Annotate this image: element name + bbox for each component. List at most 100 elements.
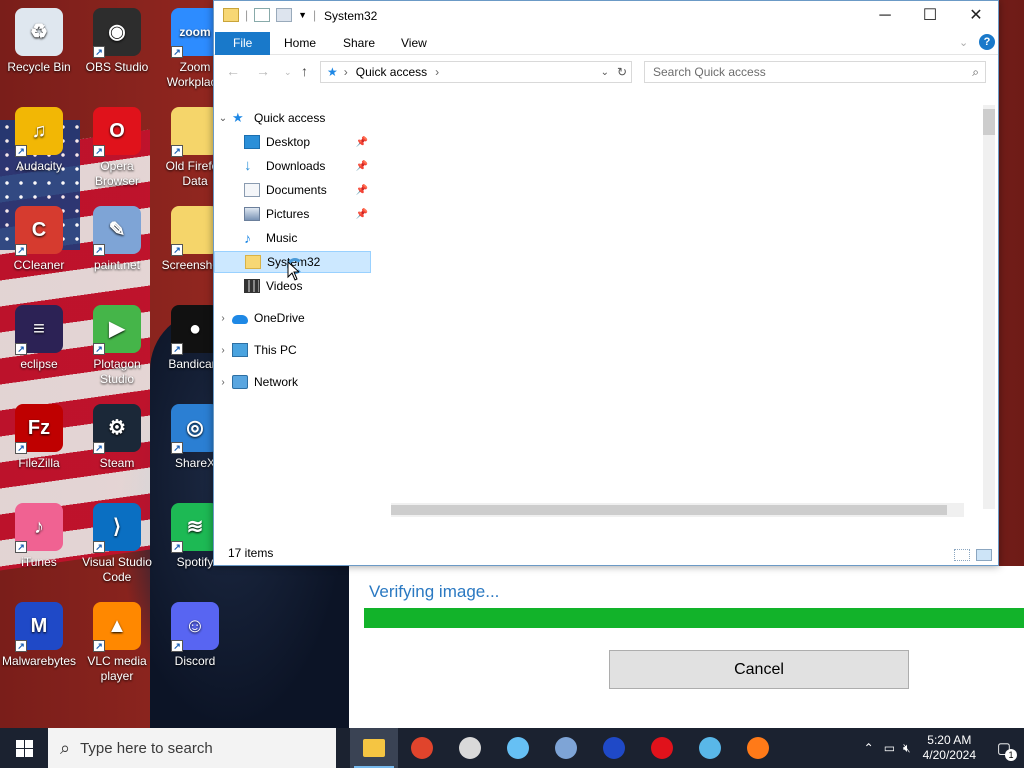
- vertical-scroll-thumb[interactable]: [983, 109, 995, 135]
- app-logo-icon: ♫ ↗: [15, 107, 63, 157]
- ribbon-expand-chevron-icon[interactable]: ⌄: [959, 36, 968, 49]
- firefox-icon: [747, 737, 769, 759]
- app-logo-icon: ♻: [15, 8, 63, 56]
- nav-network[interactable]: › Network: [214, 371, 371, 393]
- chevron-right-icon[interactable]: ›: [214, 345, 232, 356]
- app-logo-icon: ⚙ ↗: [93, 404, 141, 454]
- desktop-icon-opera-browser[interactable]: O ↗ Opera Browser: [78, 107, 156, 189]
- desktop-icon-vlc-media-player[interactable]: ▲ ↗ VLC media player: [78, 602, 156, 684]
- nav-item-pictures[interactable]: Pictures 📌: [214, 203, 371, 225]
- up-arrow-icon[interactable]: ↑: [301, 63, 308, 79]
- show-hidden-icons-chevron-icon[interactable]: ⌃: [858, 741, 880, 755]
- file-list-area[interactable]: [374, 101, 998, 541]
- help-icon[interactable]: ?: [979, 34, 995, 50]
- desktop-icon-label: CCleaner: [13, 258, 65, 272]
- desktop-icon-itunes[interactable]: ♪ ↗ iTunes: [0, 503, 78, 570]
- customize-toolbar-chevron-icon[interactable]: ▼: [298, 10, 307, 20]
- clock[interactable]: 5:20 AM 4/20/2024: [915, 733, 984, 763]
- tab-home[interactable]: Home: [274, 32, 326, 55]
- desktop-icon-filezilla[interactable]: Fz ↗ FileZilla: [0, 404, 78, 471]
- address-location[interactable]: Quick access: [356, 65, 427, 79]
- desktop-icon-visual-studio-code[interactable]: ⟩ ↗ Visual Studio Code: [78, 503, 156, 585]
- app-logo-icon: ▶ ↗: [93, 305, 141, 355]
- shortcut-arrow-icon: ↗: [171, 541, 183, 553]
- tab-view[interactable]: View: [391, 32, 437, 55]
- file-explorer-window: | ▼ | System32 ─ ☐ ✕ File Home Share Vie…: [213, 0, 999, 566]
- app-logo-icon: ▲ ↗: [93, 602, 141, 652]
- app-logo-icon: ⟩ ↗: [93, 503, 141, 553]
- chevron-down-icon[interactable]: ⌄: [214, 113, 232, 124]
- nav-item-documents[interactable]: Documents 📌: [214, 179, 371, 201]
- horizontal-scrollbar[interactable]: [391, 503, 964, 517]
- taskbar-steam[interactable]: [494, 728, 542, 768]
- nav-item-music[interactable]: ♪ Music: [214, 227, 371, 249]
- pin-icon: 📌: [355, 160, 368, 172]
- taskbar-paint-net[interactable]: [542, 728, 590, 768]
- desktop-icon-obs-studio[interactable]: ◉ ↗ OBS Studio: [78, 8, 156, 75]
- refresh-icon[interactable]: ↻: [617, 65, 627, 79]
- volume-muted-icon[interactable]: 🔇︎: [899, 741, 915, 756]
- desktop-icon-label: Opera Browser: [94, 159, 139, 188]
- desktop-icon-audacity[interactable]: ♫ ↗ Audacity: [0, 107, 78, 174]
- item-count: 17 items: [228, 546, 274, 560]
- chevron-right-icon[interactable]: ›: [214, 377, 232, 388]
- taskbar-malwarebytes[interactable]: [590, 728, 638, 768]
- desktop-icon-eclipse[interactable]: ≡ ↗ eclipse: [0, 305, 78, 372]
- shortcut-arrow-icon: ↗: [15, 343, 27, 355]
- nav-item-desktop[interactable]: Desktop 📌: [214, 131, 371, 153]
- maximize-button[interactable]: ☐: [907, 1, 953, 31]
- desktop-icon-recycle-bin[interactable]: ♻ Recycle Bin: [0, 8, 78, 75]
- malwarebytes-icon: [603, 737, 625, 759]
- network-tray-icon[interactable]: ▭: [880, 741, 899, 755]
- desktop-icon-label: iTunes: [21, 555, 57, 569]
- nav-item-downloads[interactable]: ↓ Downloads 📌: [214, 155, 371, 177]
- taskbar-firefox[interactable]: [734, 728, 782, 768]
- back-arrow-icon[interactable]: ←: [226, 63, 240, 79]
- notification-count-badge: 1: [1005, 749, 1017, 761]
- nav-quick-access[interactable]: ⌄ ★ Quick access: [214, 107, 371, 129]
- desktop-icon-malwarebytes[interactable]: M ↗ Malwarebytes: [0, 602, 78, 669]
- taskbar-obs[interactable]: [446, 728, 494, 768]
- pin-icon: 📌: [355, 208, 368, 220]
- start-button[interactable]: [0, 728, 48, 768]
- new-folder-icon[interactable]: [276, 8, 293, 22]
- obs-icon: [459, 737, 481, 759]
- desktop-icon-paint-net[interactable]: ✎ ↗ paint.net: [78, 206, 156, 273]
- steam-icon: [507, 737, 529, 759]
- minimize-button[interactable]: ─: [862, 1, 908, 31]
- taskbar-file-explorer[interactable]: [350, 728, 398, 768]
- taskbar-chrome[interactable]: [398, 728, 446, 768]
- tab-file[interactable]: File: [215, 32, 271, 55]
- shortcut-arrow-icon: ↗: [171, 46, 183, 58]
- notifications-button[interactable]: ▢ 1: [984, 728, 1024, 768]
- quick-access-toolbar: | ▼ |: [223, 8, 316, 22]
- taskbar-notepad[interactable]: [686, 728, 734, 768]
- notepad-icon: [699, 737, 721, 759]
- forward-arrow-icon[interactable]: →: [256, 63, 270, 79]
- search-input[interactable]: Search Quick access ⌕: [644, 61, 986, 83]
- address-bar[interactable]: ★ › Quick access › ⌄ ↻: [320, 61, 632, 83]
- desktop-icon-steam[interactable]: ⚙ ↗ Steam: [78, 404, 156, 471]
- vertical-scrollbar[interactable]: [983, 105, 995, 509]
- properties-icon[interactable]: [254, 8, 271, 22]
- nav-this-pc[interactable]: › This PC: [214, 339, 371, 361]
- desktop-icon: [244, 135, 260, 149]
- chevron-right-icon[interactable]: ›: [214, 313, 232, 324]
- nav-onedrive[interactable]: › OneDrive: [214, 307, 371, 329]
- desktop-icon-ccleaner[interactable]: C ↗ CCleaner: [0, 206, 78, 273]
- desktop-icon-discord[interactable]: ☺ ↗ Discord: [156, 602, 234, 669]
- close-button[interactable]: ✕: [953, 1, 999, 31]
- large-icons-view-icon[interactable]: [976, 549, 992, 561]
- taskbar-opera[interactable]: [638, 728, 686, 768]
- details-view-icon[interactable]: [954, 549, 970, 561]
- pictures-icon: [244, 207, 260, 221]
- window-title: System32: [324, 9, 378, 23]
- taskbar-search-input[interactable]: ⌕ Type here to search: [48, 728, 336, 768]
- tab-share[interactable]: Share: [333, 32, 385, 55]
- address-dropdown-chevron-icon[interactable]: ⌄: [601, 67, 609, 78]
- horizontal-scroll-thumb[interactable]: [391, 505, 947, 515]
- desktop-icon-plotagon-studio[interactable]: ▶ ↗ Plotagon Studio: [78, 305, 156, 387]
- recent-locations-chevron-icon[interactable]: ⌄: [284, 67, 292, 78]
- cancel-button[interactable]: Cancel: [609, 650, 909, 689]
- pin-icon: 📌: [355, 184, 368, 196]
